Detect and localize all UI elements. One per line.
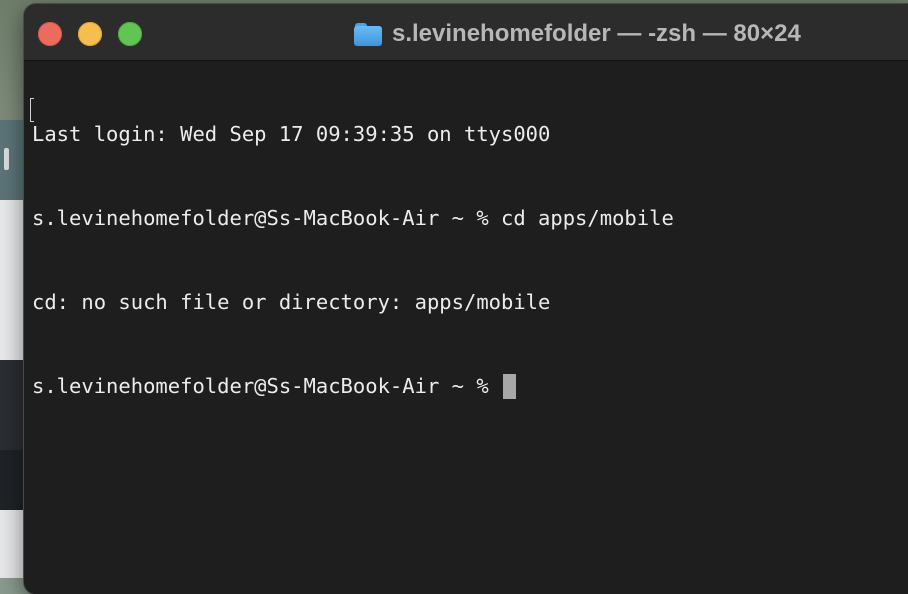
- terminal-line-error: cd: no such file or directory: apps/mobi…: [32, 290, 551, 314]
- background-window-dark-panel-2: [0, 450, 26, 510]
- window-title-group: s.levinehomefolder — -zsh — 80×24: [354, 18, 801, 50]
- minimize-icon[interactable]: [78, 22, 102, 46]
- selection-marker: [30, 98, 34, 122]
- text-cursor: [503, 374, 516, 399]
- terminal-line-last-login: Last login: Wed Sep 17 09:39:35 on ttys0…: [32, 122, 551, 146]
- background-window-header: [0, 120, 26, 200]
- window-title: s.levinehomefolder — -zsh — 80×24: [392, 20, 801, 47]
- background-window-panel: [0, 200, 26, 360]
- background-window-panel-2: [0, 510, 26, 578]
- background-window-handle: [4, 148, 9, 170]
- terminal-window[interactable]: s.levinehomefolder — -zsh — 80×24 Last l…: [24, 4, 908, 594]
- background-window-dark-panel: [0, 360, 26, 450]
- terminal-line-command: s.levinehomefolder@Ss-MacBook-Air ~ % cd…: [32, 206, 674, 230]
- background-window[interactable]: [0, 120, 26, 578]
- title-bar[interactable]: s.levinehomefolder — -zsh — 80×24: [24, 4, 908, 61]
- close-icon[interactable]: [38, 22, 62, 46]
- folder-icon: [354, 22, 382, 46]
- maximize-icon[interactable]: [118, 22, 142, 46]
- terminal-output[interactable]: Last login: Wed Sep 17 09:39:35 on ttys0…: [30, 64, 902, 484]
- terminal-line-prompt[interactable]: s.levinehomefolder@Ss-MacBook-Air ~ %: [32, 372, 902, 400]
- prompt-text: s.levinehomefolder@Ss-MacBook-Air ~ %: [32, 374, 501, 398]
